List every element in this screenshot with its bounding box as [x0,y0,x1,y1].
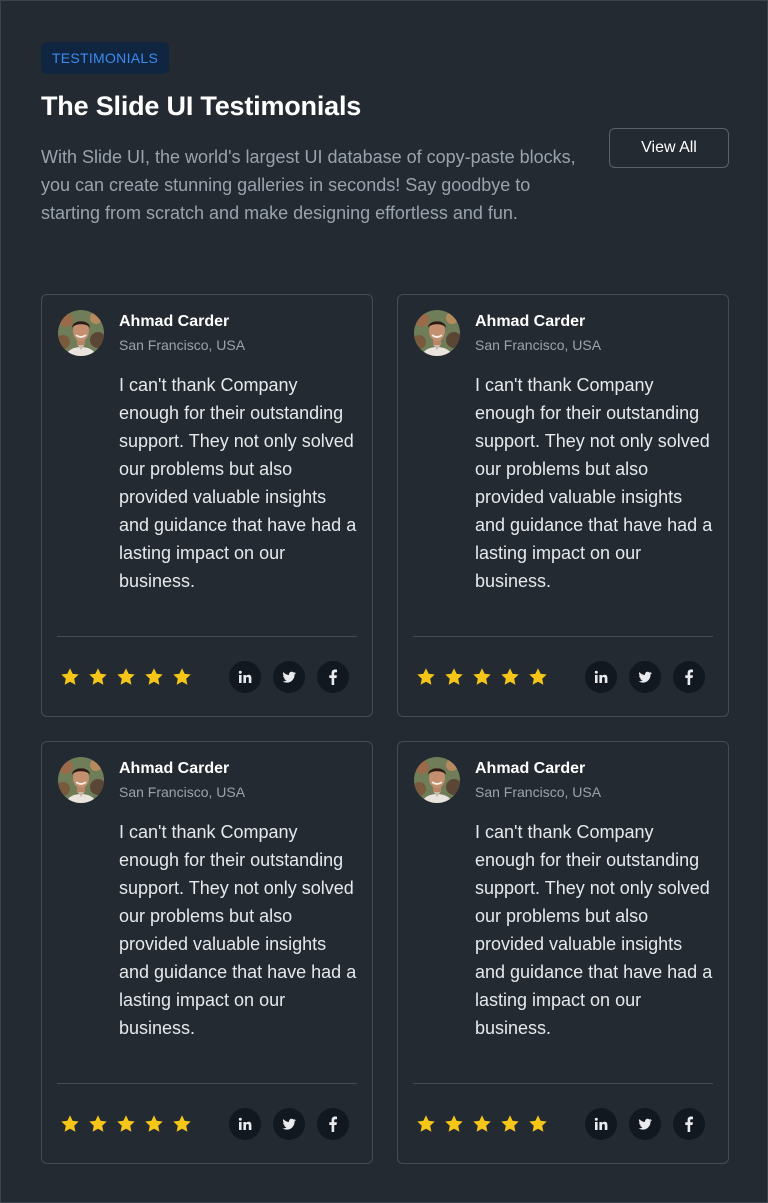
star-icon [89,1115,107,1132]
star-icon [473,668,491,685]
star-icon [117,668,135,685]
star-icon [89,668,107,685]
social-links [229,1108,349,1140]
star-icon [145,1115,163,1132]
twitter-button[interactable] [629,661,661,693]
avatar [58,310,104,356]
star-rating [60,667,192,687]
facebook-button[interactable] [317,1108,349,1140]
star-icon [417,1115,435,1132]
facebook-icon [681,669,697,685]
star-rating [60,1114,192,1134]
linkedin-button[interactable] [229,661,261,693]
twitter-icon [637,669,653,685]
section-description: With Slide UI, the world's largest UI da… [41,147,576,223]
twitter-icon [281,1116,297,1132]
testimonial-quote: I can't thank Company enough for their o… [119,822,357,1038]
linkedin-button[interactable] [585,661,617,693]
divider [413,636,713,637]
testimonial-card: Ahmad Carder San Francisco, USA I can't … [397,741,729,1164]
star-icon [529,668,547,685]
linkedin-icon [593,1116,609,1132]
star-icon [445,668,463,685]
facebook-button[interactable] [673,661,705,693]
reviewer-location: San Francisco, USA [475,784,602,800]
testimonial-card: Ahmad Carder San Francisco, USA I can't … [41,294,373,717]
star-icon [173,1115,191,1132]
twitter-button[interactable] [273,1108,305,1140]
star-icon [501,668,519,685]
star-icon [61,668,79,685]
linkedin-button[interactable] [229,1108,261,1140]
star-icon [61,1115,79,1132]
star-rating [416,1114,548,1134]
testimonial-card: Ahmad Carder San Francisco, USA I can't … [397,294,729,717]
star-rating [416,667,548,687]
star-icon [417,668,435,685]
twitter-button[interactable] [629,1108,661,1140]
star-icon [501,1115,519,1132]
reviewer-name: Ahmad Carder [119,760,230,777]
star-icon [173,668,191,685]
star-icon [529,1115,547,1132]
testimonials-section: TESTIMONIALS The Slide UI Testimonials W… [0,0,768,1203]
star-icon [117,1115,135,1132]
star-icon [145,668,163,685]
linkedin-icon [237,1116,253,1132]
star-icon [473,1115,491,1132]
reviewer-name: Ahmad Carder [119,313,230,330]
twitter-button[interactable] [273,661,305,693]
testimonial-quote: I can't thank Company enough for their o… [475,375,713,591]
social-links [585,661,705,693]
testimonial-card: Ahmad Carder San Francisco, USA I can't … [41,741,373,1164]
reviewer-location: San Francisco, USA [119,784,246,800]
testimonial-quote: I can't thank Company enough for their o… [475,822,713,1038]
facebook-icon [325,1116,341,1132]
reviewer-name: Ahmad Carder [475,313,586,330]
facebook-button[interactable] [317,661,349,693]
star-icon [445,1115,463,1132]
reviewer-location: San Francisco, USA [119,337,246,353]
divider [57,636,357,637]
reviewer-name: Ahmad Carder [475,760,586,777]
avatar [414,757,460,803]
divider [413,1083,713,1084]
avatar [58,757,104,803]
linkedin-icon [237,669,253,685]
facebook-icon [325,669,341,685]
twitter-icon [281,669,297,685]
linkedin-icon [593,669,609,685]
testimonial-quote: I can't thank Company enough for their o… [119,375,357,591]
section-badge: TESTIMONIALS [41,42,169,74]
facebook-button[interactable] [673,1108,705,1140]
avatar [414,310,460,356]
view-all-button[interactable]: View All [609,128,729,168]
facebook-icon [681,1116,697,1132]
divider [57,1083,357,1084]
social-links [229,661,349,693]
linkedin-button[interactable] [585,1108,617,1140]
twitter-icon [637,1116,653,1132]
social-links [585,1108,705,1140]
page-title: The Slide UI Testimonials [41,91,362,121]
reviewer-location: San Francisco, USA [475,337,602,353]
